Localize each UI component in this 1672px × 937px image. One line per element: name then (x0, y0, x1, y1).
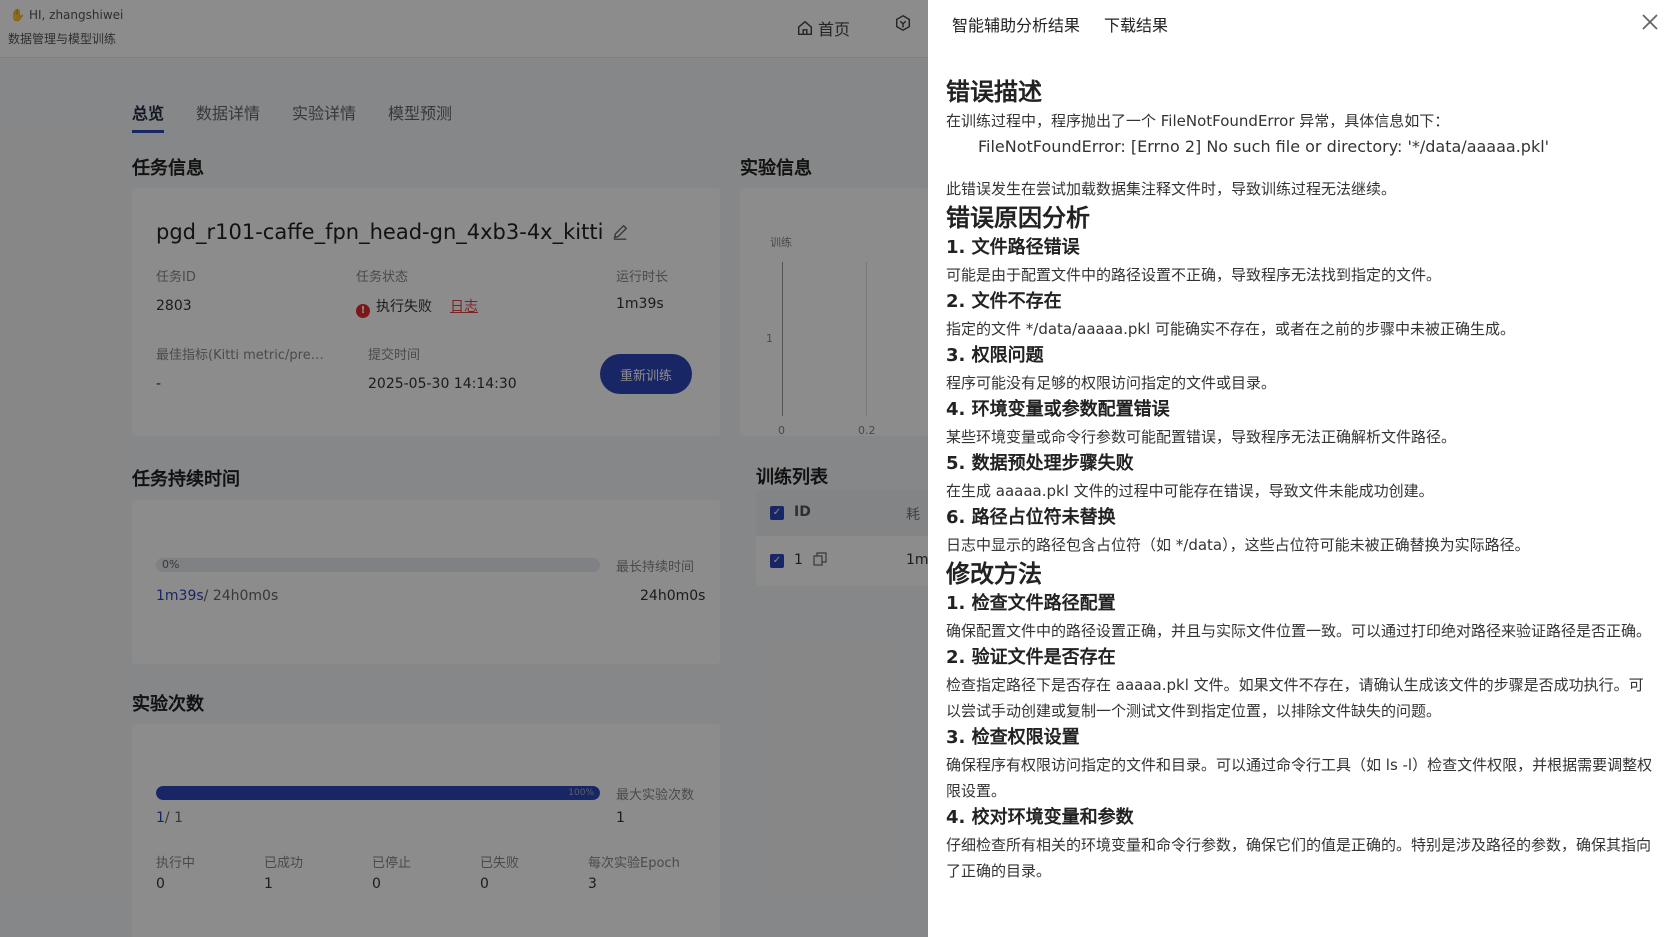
analysis-drawer: 智能辅助分析结果 下载结果 错误描述在训练过程中，程序抛出了一个 FileNot… (928, 0, 1672, 937)
section-heading: 错误原因分析 (946, 204, 1090, 232)
subsection-heading: 3. 检查权限设置 (946, 727, 1080, 748)
section-heading: 错误描述 (946, 78, 1042, 106)
subsection-heading: 2. 文件不存在 (946, 291, 1062, 312)
subsection-heading: 4. 环境变量或参数配置错误 (946, 399, 1170, 420)
paragraph: 程序可能没有足够的权限访问指定的文件或目录。 (946, 374, 1277, 392)
paragraph: 指定的文件 */data/aaaaa.pkl 可能确实不存在，或者在之前的步骤中… (946, 320, 1516, 338)
tab-download-result[interactable]: 下载结果 (1104, 12, 1168, 36)
paragraph: 确保配置文件中的路径设置正确，并且与实际文件位置一致。可以通过打印绝对路径来验证… (946, 622, 1652, 640)
paragraph: 确保程序有权限访问指定的文件和目录。可以通过命令行工具（如 ls -l）检查文件… (946, 756, 1653, 800)
tab-analysis-result[interactable]: 智能辅助分析结果 (952, 12, 1080, 36)
code-line: FileNotFoundError: [Errno 2] No such fil… (978, 137, 1550, 156)
paragraph: 在生成 aaaaa.pkl 文件的过程中可能存在错误，导致文件未能成功创建。 (946, 482, 1434, 500)
subsection-heading: 4. 校对环境变量和参数 (946, 807, 1134, 828)
analysis-content: 错误描述在训练过程中，程序抛出了一个 FileNotFoundError 异常，… (946, 76, 1656, 884)
subsection-heading: 6. 路径占位符未替换 (946, 507, 1116, 528)
subsection-heading: 3. 权限问题 (946, 345, 1044, 366)
paragraph: 可能是由于配置文件中的路径设置不正确，导致程序无法找到指定的文件。 (946, 266, 1442, 284)
subsection-heading: 1. 检查文件路径配置 (946, 593, 1116, 614)
subsection-heading: 2. 验证文件是否存在 (946, 647, 1116, 668)
subsection-heading: 1. 文件路径错误 (946, 237, 1080, 258)
paragraph: 检查指定路径下是否存在 aaaaa.pkl 文件。如果文件不存在，请确认生成该文… (946, 676, 1644, 720)
paragraph: 在训练过程中，程序抛出了一个 FileNotFoundError 异常，具体信息… (946, 112, 1450, 130)
paragraph: 仔细检查所有相关的环境变量和命令行参数，确保它们的值是正确的。特别是涉及路径的参… (946, 836, 1652, 880)
section-heading: 修改方法 (946, 560, 1042, 588)
paragraph: 日志中显示的路径包含占位符（如 */data），这些占位符可能未被正确替换为实际… (946, 536, 1530, 554)
drawer-tabs: 智能辅助分析结果 下载结果 (952, 12, 1168, 36)
subsection-heading: 5. 数据预处理步骤失败 (946, 453, 1134, 474)
paragraph: 此错误发生在尝试加载数据集注释文件时，导致训练过程无法继续。 (946, 180, 1397, 198)
paragraph: 某些环境变量或命令行参数可能配置错误，导致程序无法正确解析文件路径。 (946, 428, 1457, 446)
modal-overlay[interactable] (0, 0, 928, 937)
close-icon[interactable] (1638, 10, 1662, 34)
